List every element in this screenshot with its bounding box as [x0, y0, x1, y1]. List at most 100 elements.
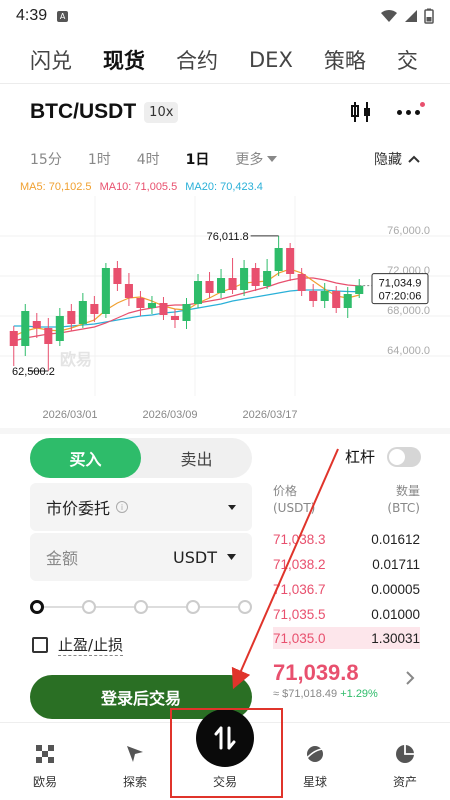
more-options-icon[interactable]	[397, 101, 425, 115]
status-time: 4:39	[16, 7, 48, 24]
wifi-icon	[381, 9, 397, 22]
candle-body	[274, 248, 283, 271]
amount-unit: USDT	[173, 547, 217, 567]
ask-row[interactable]: 71,035.0 1.30031	[273, 627, 420, 649]
slider-step-100[interactable]	[238, 600, 252, 614]
caret-down-icon	[267, 156, 278, 162]
y-tick-label: 64,000.0	[387, 345, 430, 357]
order-type-select[interactable]: 市价委托 i	[30, 483, 252, 531]
nav-okx[interactable]: 欧易	[0, 723, 90, 800]
tabs-divider	[0, 83, 450, 84]
candle-body	[286, 248, 295, 274]
period-1h[interactable]: 1时	[88, 149, 111, 169]
leverage-toggle[interactable]	[387, 446, 422, 467]
candle-body	[32, 321, 41, 328]
x-tick-label: 2026/03/01	[42, 409, 97, 421]
ma20-label: MA20: 70,423.4	[185, 181, 263, 193]
amount-placeholder: 金额	[46, 549, 79, 568]
price-unit: (USDT)	[273, 501, 316, 515]
tab-strategy[interactable]: 策略	[324, 45, 366, 75]
slider-handle[interactable]	[30, 600, 44, 614]
amount-slider[interactable]	[30, 600, 252, 614]
countdown-label: 07:20:06	[379, 291, 422, 303]
nav-assets[interactable]: 资产	[360, 723, 450, 800]
leverage-label: 杠杆	[345, 448, 376, 466]
ma5-label: MA5: 70,102.5	[20, 181, 92, 193]
period-more[interactable]: 更多	[235, 149, 278, 169]
nav-planet[interactable]: 星球	[270, 723, 360, 800]
candle-body	[217, 278, 226, 293]
buy-sell-toggle: 买入 卖出	[30, 438, 252, 478]
candle-body	[124, 284, 133, 298]
slider-step-75[interactable]	[186, 600, 200, 614]
ma-legend: MA5: 70,102.5 MA10: 71,005.5 MA20: 70,42…	[20, 181, 263, 193]
candle-body	[251, 268, 260, 286]
candle-body	[182, 304, 191, 321]
last-price-usd: ≈ $71,018.49	[273, 688, 338, 700]
top-tabs: 闪兑 现货 合约 DEX 策略 交	[0, 40, 450, 80]
ask-qty: 1.30031	[371, 630, 420, 646]
buy-tab[interactable]: 买入	[30, 438, 141, 478]
nav-label: 欧易	[32, 775, 57, 789]
qty-unit: (BTC)	[387, 501, 420, 515]
high-annotation: 76,011.8	[207, 231, 249, 243]
battery-icon	[424, 8, 434, 24]
last-price-change: +1.29%	[340, 688, 378, 700]
chevron-right-icon[interactable]	[405, 670, 415, 686]
candle-body	[90, 304, 99, 314]
candle-body	[9, 331, 18, 346]
caret-down-icon	[227, 554, 236, 560]
amount-input[interactable]: 金额 USDT	[30, 533, 252, 581]
candlestick-chart-icon[interactable]	[349, 100, 373, 124]
tab-dex[interactable]: DEX	[249, 48, 293, 72]
tab-futures[interactable]: 合约	[176, 45, 218, 75]
ask-row[interactable]: 71,038.3 0.01612	[273, 528, 420, 550]
hide-chart-toggle[interactable]: 隐藏	[374, 149, 420, 169]
pair-header: BTC/USDT 10x	[30, 96, 425, 128]
y-tick-label: 76,000.0	[387, 225, 430, 237]
ask-price: 71,035.0	[273, 630, 326, 646]
highlight-box	[170, 708, 283, 798]
tpsl-option[interactable]: 止盈/止损	[32, 634, 124, 656]
ask-price: 71,038.3	[273, 531, 326, 547]
candle-body	[332, 291, 341, 308]
sell-tab[interactable]: 卖出	[141, 438, 252, 478]
slider-step-50[interactable]	[134, 600, 148, 614]
ask-row[interactable]: 71,036.7 0.00005	[273, 578, 420, 600]
period-selector: 15分 1时 4时 1日 更多 隐藏	[30, 148, 420, 170]
signal-icon	[405, 10, 417, 22]
ask-qty: 0.01612	[371, 531, 420, 547]
caret-down-icon	[228, 504, 236, 510]
pie-chart-icon	[396, 745, 414, 763]
ask-price: 71,038.2	[273, 556, 326, 572]
period-15m[interactable]: 15分	[30, 149, 62, 169]
tpsl-checkbox[interactable]	[32, 637, 48, 653]
candlestick-chart[interactable]: 76,000.072,000.068,000.064,000.0欧易76,011…	[0, 196, 450, 426]
ask-row[interactable]: 71,035.5 0.01000	[273, 603, 420, 625]
last-price: 71,039.8	[273, 660, 359, 685]
x-tick-label: 2026/03/09	[142, 409, 197, 421]
info-icon[interactable]: i	[116, 501, 129, 513]
amount-unit-select[interactable]: USDT	[173, 548, 236, 567]
candle-body	[343, 294, 352, 308]
tab-swap[interactable]: 闪兑	[30, 45, 72, 75]
candle-body	[159, 303, 168, 315]
tab-more-partial[interactable]: 交	[397, 45, 418, 75]
candle-body	[170, 316, 180, 320]
period-1d[interactable]: 1日	[186, 149, 210, 169]
tab-spot[interactable]: 现货	[103, 45, 145, 75]
candle-body	[240, 268, 249, 290]
candle-body	[21, 311, 30, 346]
pair-name[interactable]: BTC/USDT	[30, 100, 136, 124]
nav-label: 星球	[302, 775, 327, 789]
slider-step-25[interactable]	[82, 600, 96, 614]
sim-icon: A	[57, 10, 69, 22]
candle-body	[147, 303, 156, 308]
qty-header: 数量	[395, 484, 420, 498]
nav-explore[interactable]: 探索	[90, 723, 180, 800]
compass-icon	[127, 746, 143, 762]
x-tick-label: 2026/03/17	[242, 409, 297, 421]
ask-row[interactable]: 71,038.2 0.01711	[273, 553, 420, 575]
period-4h[interactable]: 4时	[137, 149, 160, 169]
candle-body	[228, 278, 237, 290]
